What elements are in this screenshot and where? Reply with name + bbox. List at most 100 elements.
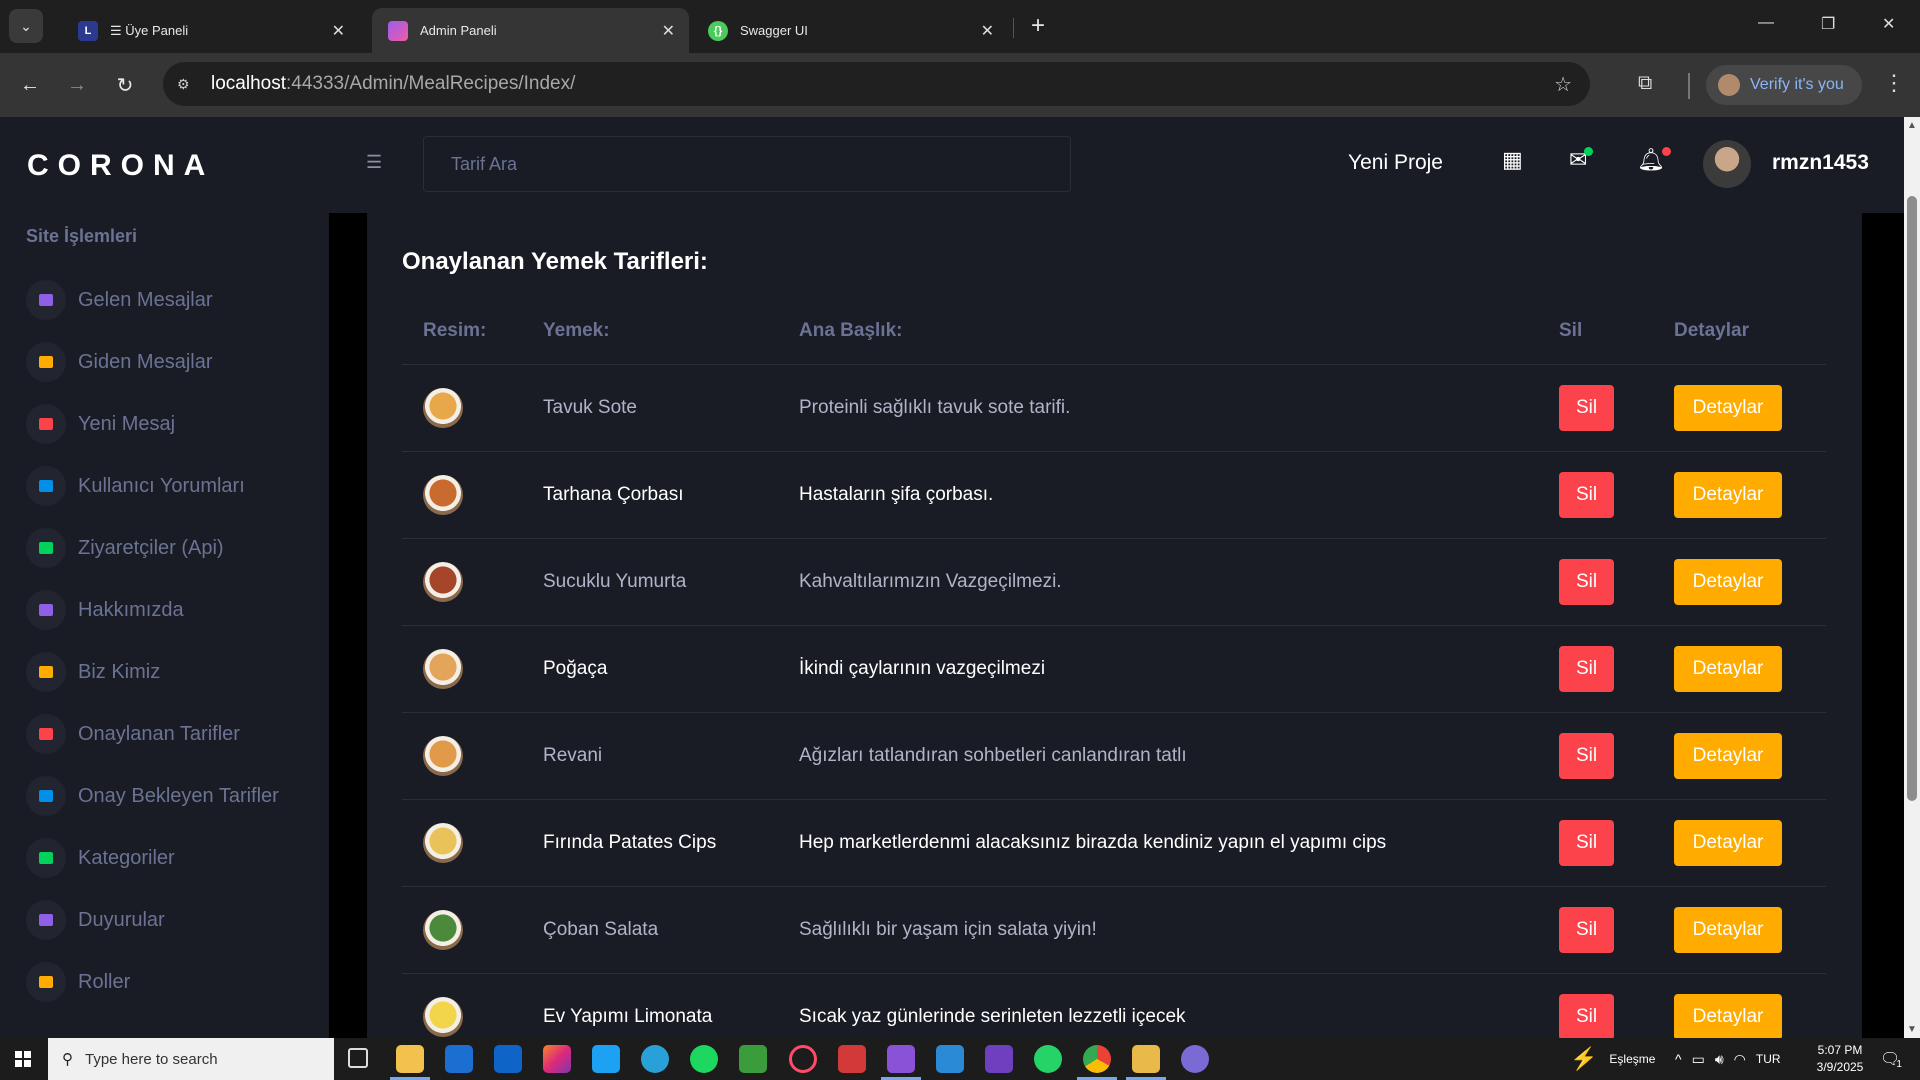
details-button[interactable]: Detaylar <box>1674 558 1782 605</box>
reload-icon[interactable]: ↻ <box>111 71 139 99</box>
opera-icon[interactable] <box>789 1045 817 1073</box>
details-button[interactable]: Detaylar <box>1674 819 1782 866</box>
details-button[interactable]: Detaylar <box>1674 471 1782 518</box>
close-window-icon[interactable]: ✕ <box>1882 14 1895 34</box>
system-tray[interactable]: ^ ▭ 🔊︎ ◠ TUR <box>1675 1038 1781 1080</box>
sidebar-item[interactable]: Onay Bekleyen Tarifler <box>26 773 279 819</box>
sidebar-item[interactable]: Duyurular <box>26 897 165 943</box>
twitter-icon[interactable] <box>592 1045 620 1073</box>
visual-studio-icon[interactable] <box>881 1045 921 1080</box>
language-indicator[interactable]: TUR <box>1756 1052 1781 1066</box>
sidebar-item[interactable]: Gelen Mesajlar <box>26 277 213 323</box>
sidebar-item[interactable]: Onaylanan Tarifler <box>26 711 240 757</box>
taskbar-search-placeholder: Type here to search <box>85 1050 218 1068</box>
battery-icon[interactable]: ▭ <box>1692 1051 1705 1068</box>
delete-cell: Sil <box>1538 538 1653 626</box>
meal-name: Ev Yapımı Limonata <box>522 973 778 1038</box>
delete-button[interactable]: Sil <box>1559 993 1614 1038</box>
scroll-up-icon[interactable]: ▲ <box>1907 120 1917 131</box>
delete-button[interactable]: Sil <box>1559 384 1614 431</box>
app-icon[interactable] <box>1126 1045 1166 1080</box>
sidebar-item[interactable]: Hakkımızda <box>26 587 184 633</box>
instagram-icon[interactable] <box>543 1045 571 1073</box>
details-button[interactable]: Detaylar <box>1674 645 1782 692</box>
delete-button[interactable]: Sil <box>1559 558 1614 605</box>
delete-cell: Sil <box>1538 625 1653 713</box>
clock[interactable]: 5:07 PM 3/9/2025 <box>1808 1042 1872 1076</box>
table-row: Sucuklu Yumurta Kahvaltılarımızın Vazgeçi… <box>402 538 1826 626</box>
forward-icon[interactable]: → <box>63 71 91 99</box>
outlook-icon[interactable] <box>494 1045 522 1073</box>
menu-toggle-icon[interactable]: ☰ <box>366 152 382 173</box>
bookmark-star-icon[interactable]: ☆ <box>1554 72 1572 97</box>
sidebar-item[interactable]: Ziyaretçiler (Api) <box>26 525 224 571</box>
whatsapp-icon[interactable] <box>1034 1045 1062 1073</box>
browser-menu-icon[interactable]: ⋮ <box>1883 70 1905 96</box>
extensions-icon[interactable]: ⧉ <box>1638 72 1652 95</box>
spotify-icon[interactable] <box>690 1045 718 1073</box>
mail-icon[interactable]: ✉ <box>1569 147 1594 173</box>
scroll-down-icon[interactable]: ▼ <box>1907 1024 1917 1035</box>
xbox-icon[interactable] <box>739 1045 767 1073</box>
network-icon[interactable]: ◠ <box>1734 1051 1746 1068</box>
taskbar-search-input[interactable]: ⚲ Type here to search <box>48 1038 334 1080</box>
minimize-icon[interactable]: — <box>1758 14 1774 32</box>
sidebar-item[interactable]: Roller <box>26 959 130 1005</box>
details-button[interactable]: Detaylar <box>1674 384 1782 431</box>
tab-uye-paneli[interactable]: L ☰ Üye Paneli ✕ <box>62 8 359 53</box>
sidebar-item[interactable]: Kullanıcı Yorumları <box>26 463 245 509</box>
scrollbar-thumb[interactable] <box>1907 196 1917 801</box>
delete-button[interactable]: Sil <box>1559 732 1614 779</box>
recipe-thumbnail <box>423 996 463 1037</box>
vscode-icon[interactable] <box>936 1045 964 1073</box>
menu-item-icon <box>26 776 66 816</box>
tab-close-icon[interactable]: ✕ <box>332 21 345 41</box>
notification-count: 1 <box>1896 1058 1902 1070</box>
details-button[interactable]: Detaylar <box>1674 906 1782 953</box>
address-bar[interactable]: ⚙ localhost:44333/Admin/MealRecipes/Inde… <box>163 62 1590 106</box>
apps-grid-icon[interactable]: ▦ <box>1502 147 1523 173</box>
telegram-icon[interactable] <box>641 1045 669 1073</box>
app-icon[interactable] <box>838 1045 866 1073</box>
delete-button[interactable]: Sil <box>1559 645 1614 692</box>
table-row: Fırında Patates Cips Hep marketlerdenmi a… <box>402 799 1826 887</box>
image-cell <box>402 886 522 974</box>
volume-icon[interactable]: 🔊︎ <box>1715 1051 1724 1068</box>
brand-logo[interactable]: CORONA <box>27 149 214 183</box>
delete-button[interactable]: Sil <box>1559 471 1614 518</box>
chrome-icon[interactable] <box>1077 1045 1117 1080</box>
sidebar-item[interactable]: Biz Kimiz <box>26 649 160 695</box>
tab-close-icon[interactable]: ✕ <box>662 21 675 41</box>
restore-icon[interactable]: ❐ <box>1821 14 1835 34</box>
notification-center-icon[interactable]: 🗨︎ 1 <box>1880 1038 1902 1080</box>
sidebar-item[interactable]: Kategoriler <box>26 835 175 881</box>
username[interactable]: rmzn1453 <box>1772 151 1869 175</box>
app-icon[interactable] <box>1181 1045 1209 1073</box>
details-button[interactable]: Detaylar <box>1674 732 1782 779</box>
file-explorer-icon[interactable] <box>390 1045 430 1080</box>
chevron-up-icon[interactable]: ^ <box>1675 1051 1682 1067</box>
new-tab-button[interactable]: + <box>1024 12 1052 40</box>
site-info-icon[interactable]: ⚙ <box>177 76 199 93</box>
delete-button[interactable]: Sil <box>1559 819 1614 866</box>
tab-search-dropdown[interactable]: ⌄ <box>9 9 43 43</box>
store-icon[interactable] <box>445 1045 473 1073</box>
delete-button[interactable]: Sil <box>1559 906 1614 953</box>
weather-widget[interactable]: ⚡ Eşleşme <box>1570 1038 1655 1080</box>
task-view-icon[interactable] <box>348 1048 368 1068</box>
sidebar-item[interactable]: Yeni Mesaj <box>26 401 175 447</box>
verify-profile-button[interactable]: Verify it's you <box>1706 65 1862 105</box>
bell-icon[interactable]: 🔔︎ <box>1637 147 1671 173</box>
tab-swagger-ui[interactable]: {} Swagger UI ✕ <box>692 8 1008 53</box>
tab-close-icon[interactable]: ✕ <box>981 21 994 41</box>
windows-start-icon[interactable] <box>15 1051 31 1067</box>
visual-studio-icon[interactable] <box>985 1045 1013 1073</box>
back-icon[interactable]: ← <box>16 71 44 99</box>
menu-item-glyph <box>39 418 53 430</box>
tab-admin-paneli[interactable]: Admin Paneli ✕ <box>372 8 689 53</box>
details-button[interactable]: Detaylar <box>1674 993 1782 1038</box>
search-input[interactable]: Tarif Ara <box>423 136 1071 192</box>
avatar[interactable] <box>1703 140 1751 188</box>
new-project-button[interactable]: Yeni Proje <box>1348 151 1443 175</box>
sidebar-item[interactable]: Giden Mesajlar <box>26 339 213 385</box>
